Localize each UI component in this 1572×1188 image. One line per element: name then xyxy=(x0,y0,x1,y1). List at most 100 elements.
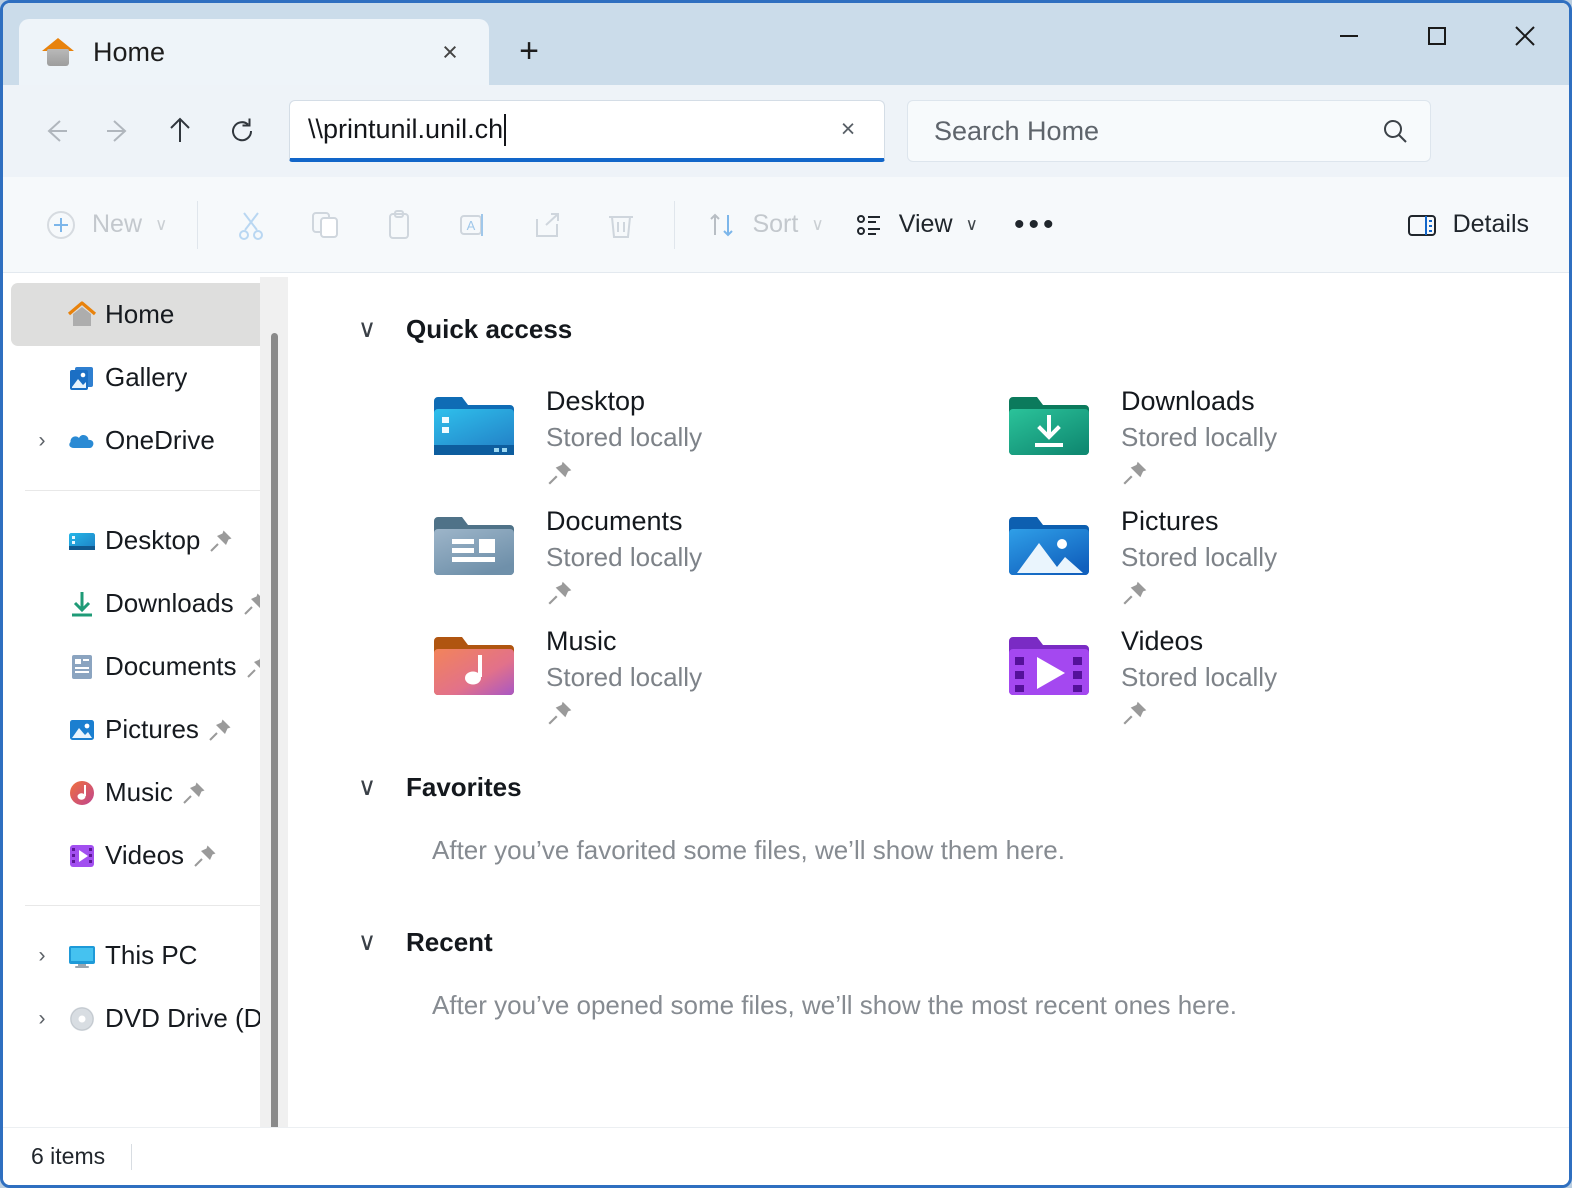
address-row: \\printunil.unil.ch × Search Home xyxy=(3,85,1569,177)
quick-access-tile-videos[interactable]: Videos Stored locally xyxy=(1007,617,1569,737)
videos-folder-icon xyxy=(1007,629,1091,697)
sidebar-item-pictures[interactable]: Pictures xyxy=(11,698,280,761)
chevron-right-icon[interactable]: › xyxy=(25,429,59,453)
sidebar-item-downloads[interactable]: Downloads xyxy=(11,572,280,635)
tile-name: Music xyxy=(546,625,702,659)
pictures-folder-icon xyxy=(1007,509,1091,577)
details-pane-button[interactable]: Details xyxy=(1390,196,1543,254)
share-button[interactable] xyxy=(510,196,584,254)
chevron-down-icon[interactable]: ∨ xyxy=(354,927,380,957)
sidebar-item-label: Gallery xyxy=(105,362,187,393)
file-explorer-window: Home × + xyxy=(0,0,1572,1188)
pin-icon xyxy=(1121,459,1277,492)
music-folder-icon xyxy=(432,629,516,697)
onedrive-cloud-icon xyxy=(59,424,105,458)
favorites-header[interactable]: ∨ Favorites xyxy=(354,759,1569,815)
scrollbar-thumb[interactable] xyxy=(271,333,278,1127)
view-button[interactable]: View ∨ xyxy=(838,196,992,254)
sidebar-item-this-pc[interactable]: › This PC xyxy=(11,924,280,987)
pin-icon[interactable] xyxy=(199,717,241,743)
refresh-button[interactable] xyxy=(211,100,273,162)
section-title: Favorites xyxy=(406,772,522,803)
sidebar-item-onedrive[interactable]: › OneDrive xyxy=(11,409,280,472)
forward-button[interactable] xyxy=(87,100,149,162)
minimize-button[interactable] xyxy=(1305,3,1393,69)
rename-button[interactable]: A xyxy=(436,196,510,254)
quick-access-tile-downloads[interactable]: Downloads Stored locally xyxy=(1007,377,1569,497)
address-clear-icon[interactable]: × xyxy=(826,108,870,152)
maximize-button[interactable] xyxy=(1393,3,1481,69)
new-tab-button[interactable]: + xyxy=(501,23,557,79)
chevron-down-icon[interactable]: ∨ xyxy=(354,772,380,802)
pin-icon[interactable] xyxy=(184,843,226,869)
sidebar-item-desktop[interactable]: Desktop xyxy=(11,509,280,572)
up-button[interactable] xyxy=(149,100,211,162)
tab-home[interactable]: Home × xyxy=(19,19,489,85)
address-input[interactable]: \\printunil.unil.ch xyxy=(308,114,826,146)
new-button[interactable]: New ∨ xyxy=(29,196,181,254)
sidebar-item-documents[interactable]: Documents xyxy=(11,635,280,698)
search-box[interactable]: Search Home xyxy=(907,100,1431,162)
toolbar-divider xyxy=(197,201,198,249)
tile-name: Pictures xyxy=(1121,505,1277,539)
tile-name: Desktop xyxy=(546,385,702,419)
more-options-button[interactable]: ••• xyxy=(992,208,1080,242)
dvd-drive-icon xyxy=(59,1003,105,1035)
cut-button[interactable] xyxy=(214,196,288,254)
quick-access-tile-documents[interactable]: Documents Stored locally xyxy=(432,497,1007,617)
chevron-down-icon: ∨ xyxy=(155,215,167,235)
quick-access-grid: Desktop Stored locally Downloads Stored … xyxy=(354,363,1569,759)
delete-button[interactable] xyxy=(584,196,658,254)
section-title: Quick access xyxy=(406,314,572,345)
downloads-folder-icon xyxy=(1007,389,1091,457)
pin-icon[interactable] xyxy=(200,528,242,554)
sort-button-label: Sort xyxy=(752,210,798,239)
chevron-down-icon[interactable]: ∨ xyxy=(354,314,380,344)
paste-button[interactable] xyxy=(362,196,436,254)
sidebar-item-label: Desktop xyxy=(105,525,200,556)
tab-close-icon[interactable]: × xyxy=(429,31,471,73)
sort-button[interactable]: Sort ∨ xyxy=(691,196,837,254)
tile-status: Stored locally xyxy=(546,541,702,575)
tile-status: Stored locally xyxy=(546,421,702,455)
sidebar-item-gallery[interactable]: Gallery xyxy=(11,346,280,409)
sidebar-item-home[interactable]: Home xyxy=(11,283,280,346)
chevron-right-icon[interactable]: › xyxy=(25,1007,59,1031)
chevron-right-icon[interactable]: › xyxy=(25,944,59,968)
svg-text:A: A xyxy=(467,218,476,233)
sidebar-divider xyxy=(25,490,266,491)
tile-status: Stored locally xyxy=(1121,661,1277,695)
section-title: Recent xyxy=(406,927,493,958)
back-button[interactable] xyxy=(25,100,87,162)
sidebar-item-music[interactable]: Music xyxy=(11,761,280,824)
sidebar-item-label: Downloads xyxy=(105,588,234,619)
favorites-empty-message: After you’ve favorited some files, we’ll… xyxy=(354,835,1569,866)
pin-icon[interactable] xyxy=(173,780,215,806)
quick-access-tile-pictures[interactable]: Pictures Stored locally xyxy=(1007,497,1569,617)
home-icon xyxy=(41,35,75,69)
sidebar-item-label: Pictures xyxy=(105,714,199,745)
search-input[interactable]: Search Home xyxy=(934,116,1380,147)
this-pc-icon xyxy=(59,940,105,972)
quick-access-tile-music[interactable]: Music Stored locally xyxy=(432,617,1007,737)
sidebar-item-videos[interactable]: Videos xyxy=(11,824,280,887)
desktop-folder-icon xyxy=(432,389,516,457)
desktop-folder-icon xyxy=(59,525,105,557)
toolbar-divider-2 xyxy=(674,201,675,249)
close-button[interactable] xyxy=(1481,3,1569,69)
sidebar-scrollbar[interactable] xyxy=(260,277,288,1127)
address-bar[interactable]: \\printunil.unil.ch × xyxy=(289,100,885,162)
content-pane: ∨ Quick access Desktop Stored locally xyxy=(288,273,1569,1127)
quick-access-header[interactable]: ∨ Quick access xyxy=(354,301,1569,357)
downloads-icon xyxy=(59,588,105,620)
recent-header[interactable]: ∨ Recent xyxy=(354,914,1569,970)
videos-folder-icon xyxy=(59,840,105,872)
tile-meta: Pictures Stored locally xyxy=(1121,505,1277,612)
sidebar-item-dvd-drive[interactable]: › DVD Drive (D:) V xyxy=(11,987,280,1050)
quick-access-tile-desktop[interactable]: Desktop Stored locally xyxy=(432,377,1007,497)
sidebar-item-label: This PC xyxy=(105,940,197,971)
sidebar-divider-2 xyxy=(25,905,266,906)
item-count: 6 items xyxy=(31,1143,105,1170)
documents-folder-icon xyxy=(59,651,105,683)
copy-button[interactable] xyxy=(288,196,362,254)
